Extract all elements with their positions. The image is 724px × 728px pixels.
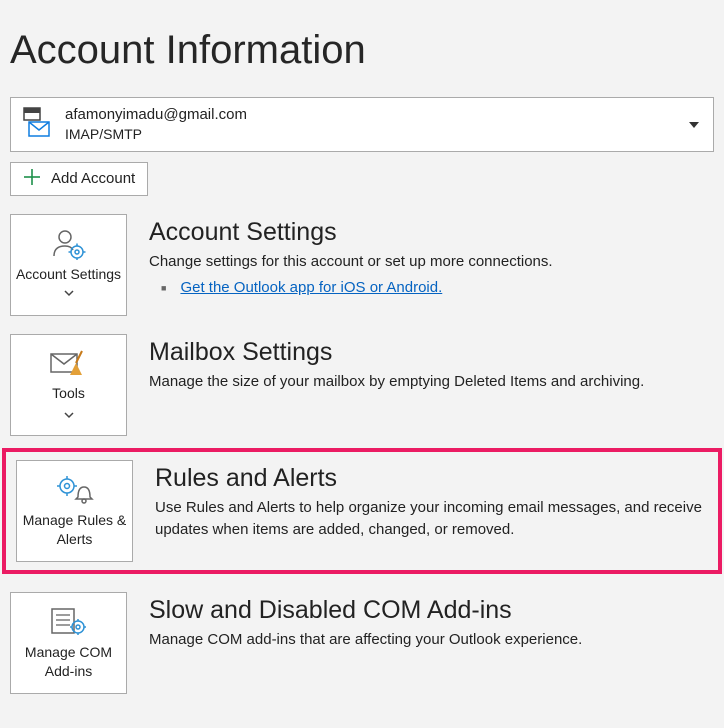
chevron-down-icon	[64, 406, 74, 424]
outlook-app-link-row: ■ Get the Outlook app for iOS or Android…	[149, 279, 553, 296]
page-title: Account Information	[0, 0, 724, 97]
section-rules-alerts: Manage Rules & Alerts Rules and Alerts U…	[2, 448, 722, 574]
mailbox-settings-body: Mailbox Settings Manage the size of your…	[149, 334, 644, 394]
manage-com-addins-tile[interactable]: Manage COM Add-ins	[10, 592, 127, 694]
outlook-app-link[interactable]: Get the Outlook app for iOS or Android.	[180, 279, 442, 296]
add-account-button[interactable]: Add Account	[10, 162, 148, 196]
person-gear-icon	[51, 227, 87, 261]
addins-gear-icon	[50, 605, 88, 639]
com-addins-title: Slow and Disabled COM Add-ins	[149, 596, 582, 625]
section-mailbox-settings: Tools Mailbox Settings Manage the size o…	[0, 334, 724, 436]
section-com-addins: Manage COM Add-ins Slow and Disabled COM…	[0, 592, 724, 694]
mailbox-broom-icon	[50, 346, 88, 380]
mailbox-settings-desc: Manage the size of your mailbox by empty…	[149, 371, 644, 394]
rules-alerts-title: Rules and Alerts	[155, 464, 708, 493]
manage-com-addins-tile-label: Manage COM Add-ins	[11, 643, 126, 679]
tools-tile[interactable]: Tools	[10, 334, 127, 436]
chevron-down-icon	[689, 115, 699, 133]
com-addins-body: Slow and Disabled COM Add-ins Manage COM…	[149, 592, 582, 652]
manage-rules-alerts-tile[interactable]: Manage Rules & Alerts	[16, 460, 133, 562]
account-type: IMAP/SMTP	[65, 125, 247, 145]
account-text: afamonyimadu@gmail.com IMAP/SMTP	[65, 104, 247, 145]
account-settings-tile[interactable]: Account Settings	[10, 214, 127, 316]
account-settings-title: Account Settings	[149, 218, 553, 247]
account-email: afamonyimadu@gmail.com	[65, 104, 247, 125]
rules-alerts-body: Rules and Alerts Use Rules and Alerts to…	[155, 460, 708, 542]
rules-alerts-desc: Use Rules and Alerts to help organize yo…	[155, 497, 708, 542]
plus-icon	[23, 168, 41, 190]
bullet-icon: ■	[161, 283, 166, 293]
section-account-settings: Account Settings Account Settings Change…	[0, 214, 724, 316]
account-settings-desc: Change settings for this account or set …	[149, 251, 553, 274]
gear-bell-icon	[56, 473, 94, 507]
add-account-label: Add Account	[51, 170, 135, 187]
manage-rules-alerts-tile-label: Manage Rules & Alerts	[17, 511, 132, 547]
account-settings-body: Account Settings Change settings for thi…	[149, 214, 553, 297]
tools-tile-label: Tools	[52, 384, 85, 402]
com-addins-desc: Manage COM add-ins that are affecting yo…	[149, 629, 582, 652]
account-settings-tile-label: Account Settings	[11, 265, 126, 301]
account-selector[interactable]: afamonyimadu@gmail.com IMAP/SMTP	[10, 97, 714, 152]
mail-account-icon	[21, 104, 53, 144]
mailbox-settings-title: Mailbox Settings	[149, 338, 644, 367]
